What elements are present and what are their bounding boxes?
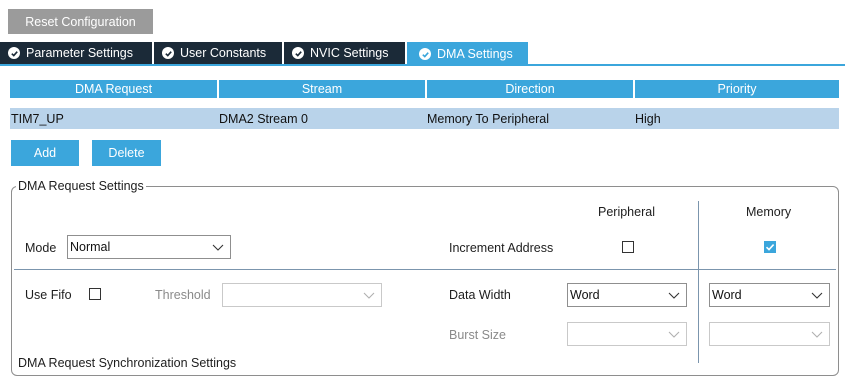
threshold-label: Threshold [155,288,211,302]
tab-label: DMA Settings [437,47,513,61]
chevron-down-icon [811,331,823,338]
check-circle-icon [419,48,431,60]
threshold-select[interactable] [222,283,382,307]
tab-parameter-settings[interactable]: Parameter Settings [0,42,152,64]
tab-label: Parameter Settings [26,46,133,60]
memory-header: Memory [746,205,792,219]
data-width-memory-select[interactable]: Word [709,283,830,307]
group-title: DMA Request Settings [16,179,146,193]
chevron-down-icon [668,292,680,299]
burst-size-label: Burst Size [449,328,506,342]
sync-settings-title: DMA Request Synchronization Settings [16,356,239,370]
check-circle-icon [8,47,20,59]
column-header-priority[interactable]: Priority [635,80,839,98]
chevron-down-icon [811,292,823,299]
delete-button[interactable]: Delete [92,140,161,166]
peripheral-header: Peripheral [598,205,655,219]
chevron-down-icon [212,244,224,251]
checkmark-icon [765,244,775,251]
mode-value: Normal [70,240,111,254]
cell-direction: Memory To Peripheral [427,111,550,126]
data-width-label: Data Width [449,288,511,302]
chevron-down-icon [363,292,375,299]
reset-configuration-button[interactable]: Reset Configuration [8,9,153,34]
column-header-dma-request[interactable]: DMA Request [10,80,217,98]
tab-user-constants[interactable]: User Constants [154,42,282,64]
tab-dma-settings[interactable]: DMA Settings [407,42,528,66]
add-button[interactable]: Add [11,140,79,166]
data-width-peripheral-select[interactable]: Word [567,283,687,307]
column-header-direction[interactable]: Direction [427,80,633,98]
burst-size-memory-select[interactable] [709,322,830,346]
tab-underline [0,64,845,66]
check-circle-icon [292,47,304,59]
cell-stream: DMA2 Stream 0 [219,111,308,126]
mode-label: Mode [25,241,57,255]
cell-dma-request: TIM7_UP [11,111,64,126]
mode-select[interactable]: Normal [67,235,231,259]
data-width-peripheral-value: Word [570,288,600,302]
check-circle-icon [162,47,174,59]
tab-label: NVIC Settings [310,46,389,60]
increment-peripheral-checkbox[interactable] [622,241,634,253]
use-fifo-label: Use Fifo [25,288,72,302]
use-fifo-checkbox[interactable] [89,288,101,300]
burst-size-peripheral-select[interactable] [567,322,687,346]
table-row[interactable] [10,108,839,129]
tab-nvic-settings[interactable]: NVIC Settings [284,42,405,64]
cell-priority: High [635,111,661,126]
increment-address-label: Increment Address [449,241,554,255]
divider [698,201,699,363]
dma-request-settings-group [11,186,839,376]
column-header-stream[interactable]: Stream [219,80,425,98]
data-width-memory-value: Word [712,288,742,302]
chevron-down-icon [668,331,680,338]
tab-label: User Constants [180,46,267,60]
divider [14,269,836,270]
settings-tabs: Parameter Settings User Constants NVIC S… [0,42,845,66]
increment-memory-checkbox[interactable] [764,241,776,253]
